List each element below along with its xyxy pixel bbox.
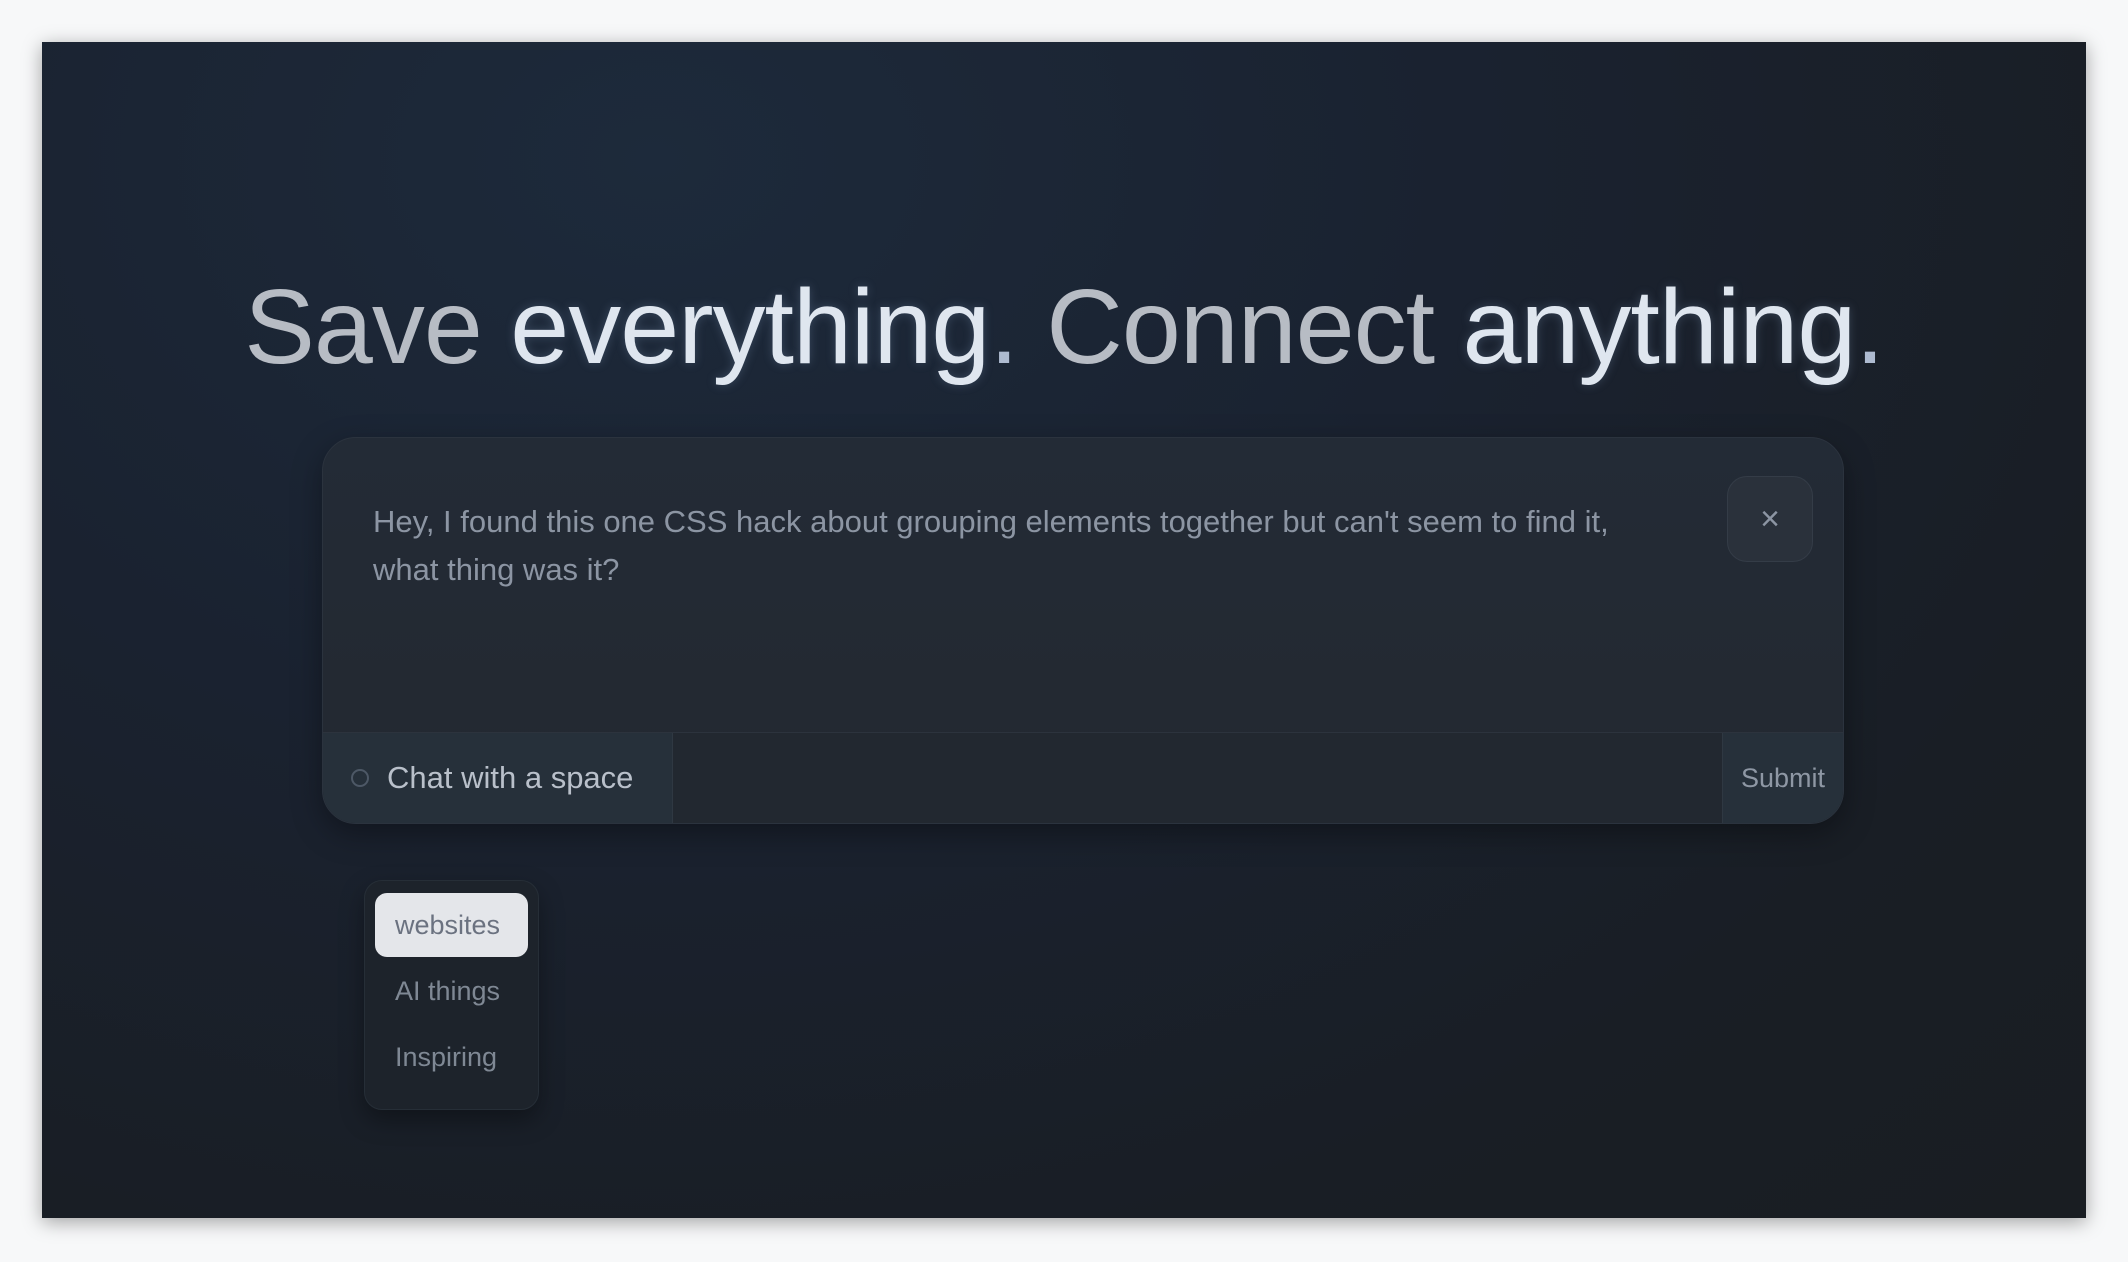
chat-with-space-label: Chat with a space xyxy=(387,760,634,795)
dropdown-item-websites[interactable]: websites xyxy=(375,893,528,957)
dropdown-item-ai-things[interactable]: AI things xyxy=(375,959,528,1023)
close-icon[interactable]: × xyxy=(1727,476,1813,562)
composer-input[interactable]: Hey, I found this one CSS hack about gro… xyxy=(373,498,1613,594)
hero-headline: Save everything. Connect anything. xyxy=(42,267,2086,388)
space-dropdown: websites AI things Inspiring xyxy=(364,880,539,1110)
chat-composer: Hey, I found this one CSS hack about gro… xyxy=(322,437,1844,824)
dropdown-item-inspiring[interactable]: Inspiring xyxy=(375,1025,528,1089)
headline-everything: everything xyxy=(510,268,990,386)
headline-dot-1: . xyxy=(989,268,1047,386)
headline-anything: anything xyxy=(1462,268,1857,386)
chat-with-space-button[interactable]: Chat with a space xyxy=(323,733,673,823)
app-frame: Save everything. Connect anything. Hey, … xyxy=(42,42,2086,1218)
submit-button[interactable]: Submit xyxy=(1722,733,1843,823)
composer-footer: Chat with a space Submit xyxy=(323,732,1843,823)
headline-save: Save xyxy=(244,268,511,386)
headline-dot-2: . xyxy=(1855,268,1884,386)
headline-connect: Connect xyxy=(1046,268,1463,386)
space-icon xyxy=(351,769,369,787)
